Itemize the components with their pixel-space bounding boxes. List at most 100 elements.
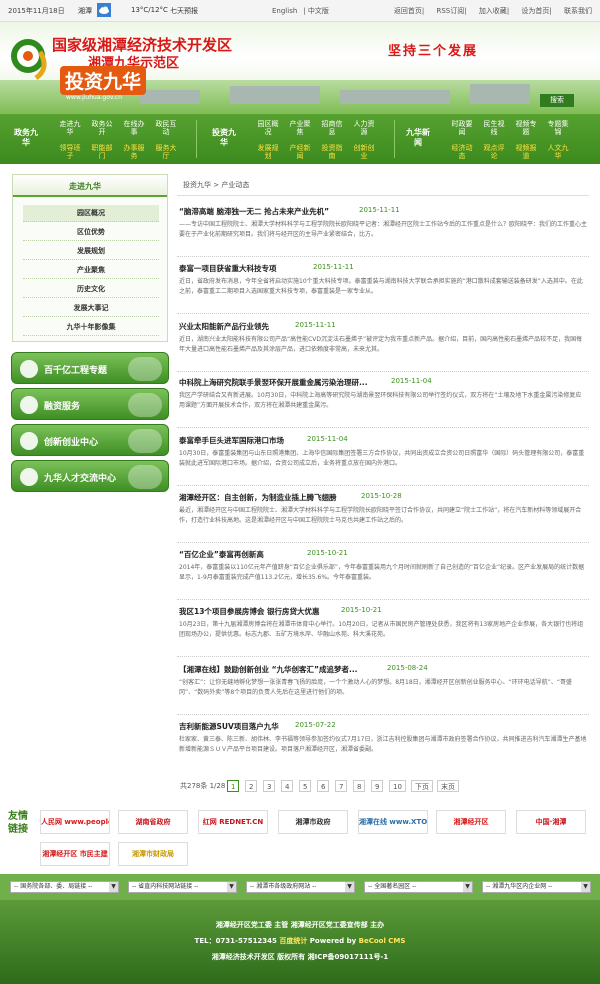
stats-link[interactable]: 百度统计 <box>279 937 307 945</box>
cms-link[interactable]: BeCool CMS <box>359 937 406 945</box>
sidebar-item-industry[interactable]: 产业聚焦 <box>23 262 159 279</box>
nav-item[interactable]: 发展规划 <box>256 144 280 160</box>
talent-button[interactable]: 九华人才交流中心 <box>11 460 169 492</box>
nav-item[interactable]: 职能部门 <box>90 144 114 160</box>
sidebar-item-history[interactable]: 历史文化 <box>23 281 159 298</box>
nav-item[interactable]: 产经新闻 <box>288 144 312 160</box>
city-gov-select[interactable]: -- 湘潭市各级政府网站 -- ▼ <box>246 881 355 893</box>
nav-item[interactable]: 视频报道 <box>514 144 538 160</box>
friend-link[interactable]: 湘潭在线 www.XTOL.CN <box>358 810 428 834</box>
lang-english[interactable]: English <box>272 7 297 15</box>
news-title[interactable]: 【湘潭在线】鼓励创新创业 “九华创客汇”成追梦者... <box>179 664 358 675</box>
nav-item[interactable]: 招商信息 <box>320 120 344 136</box>
news-title[interactable]: 湘潭经开区：自主创新，为制造业插上腾飞翅膀 <box>179 492 337 503</box>
page-link[interactable]: 10 <box>389 780 406 792</box>
friend-link[interactable]: 湘潭经开区 市民主建 <box>40 842 110 866</box>
news-divider <box>177 656 589 657</box>
news-title[interactable]: 中科院上海研究院联手景翌环保开展重金属污染治理研... <box>179 377 368 388</box>
nav-item[interactable]: 创新创业 <box>352 144 376 160</box>
forecast-link[interactable]: 七天预报 <box>170 6 198 16</box>
innovation-button[interactable]: 创新创业中心 <box>11 424 169 456</box>
page-link[interactable]: 2 <box>245 780 258 792</box>
nav-item[interactable]: 民生视线 <box>482 120 506 136</box>
sidebar-item-events[interactable]: 发展大事记 <box>23 300 159 317</box>
sidebar-item-overview[interactable]: 园区概况 <box>23 205 159 222</box>
next-page-link[interactable]: 下页 <box>411 780 433 792</box>
nav-item[interactable]: 政民互动 <box>154 120 178 136</box>
page-link[interactable]: 9 <box>371 780 384 792</box>
enterprise-select[interactable]: -- 湘潭九华区内企业网 -- ▼ <box>482 881 591 893</box>
news-summary: 最近，湘潭经开区与中国工程院院士、湘潭大学材料科学与工程学院院长欧阳晓平签订合作… <box>179 507 582 524</box>
page-link[interactable]: 6 <box>317 780 330 792</box>
nav-item[interactable]: 在线办事 <box>122 120 146 136</box>
nav-item[interactable]: 专题集锦 <box>546 120 570 136</box>
friend-link[interactable]: 湘潭市政府 <box>278 810 348 834</box>
friend-link[interactable]: 红网 REDNET.CN <box>198 810 268 834</box>
sidebar-item-planning[interactable]: 发展规划 <box>23 243 159 260</box>
rss-link[interactable]: RSS订阅 <box>436 7 464 15</box>
news-title[interactable]: 我区13个项目参展房博会 银行房贷大优惠 <box>179 606 320 617</box>
innovation-button-label: 创新创业中心 <box>44 438 99 448</box>
nav-item[interactable]: 领导班子 <box>58 144 82 160</box>
header-banner: 国家级湘潭经济技术开发区 湘潭九华示范区 投资九华 www.jiuhua.gov… <box>0 22 600 114</box>
friend-link[interactable]: 人民网 www.people.com.cn <box>40 810 110 834</box>
friend-link[interactable]: 湘潭经开区 <box>436 810 506 834</box>
news-title[interactable]: 泰富一项目获省重大科技专项 <box>179 263 277 274</box>
nav-item[interactable]: 视频专题 <box>514 120 538 136</box>
nav-item[interactable]: 经济动态 <box>450 144 474 160</box>
nav-item[interactable]: 产业聚焦 <box>288 120 312 136</box>
news-summary: 近日，湖南兴业太阳能科技有限公司产品“高性能CVD沉淀法石墨烯子”被评定为我市重… <box>179 336 583 353</box>
news-date: 2015-10-28 <box>361 492 402 500</box>
nav-item[interactable]: 时政要闻 <box>450 120 474 136</box>
park-select[interactable]: -- 全国著名园区 -- ▼ <box>364 881 473 893</box>
search-button[interactable]: 搜索 <box>540 94 574 107</box>
nav-item[interactable]: 投资指南 <box>320 144 344 160</box>
current-date: 2015年11月18日 <box>8 7 65 15</box>
nav-item[interactable]: 办事服务 <box>122 144 146 160</box>
nav-item[interactable]: 人文九华 <box>546 144 570 160</box>
nav-item[interactable]: 园区概况 <box>256 120 280 136</box>
nav-group-label[interactable]: 投资九华 <box>210 128 238 148</box>
news-summary: 我区产学研结合又有新进展。10月30日，中科院上海高等研究院与湖南景翌环保科技有… <box>179 392 582 409</box>
finance-button[interactable]: 融资服务 <box>11 388 169 420</box>
nav-item[interactable]: 服务大厅 <box>154 144 178 160</box>
talent-icon <box>20 468 38 486</box>
news-title[interactable]: “百亿企业”泰富再创新高 <box>179 549 264 560</box>
nav-item[interactable]: 观点评论 <box>482 144 506 160</box>
contact-link[interactable]: 联系我们 <box>564 7 592 15</box>
page-link[interactable]: 4 <box>281 780 294 792</box>
page-link[interactable]: 1 <box>227 780 240 792</box>
link-selector-bar: -- 国务院各部、委、局链接 -- ▼ -- 省直内科技网站链接 -- ▼ -- 湘… <box>0 874 600 900</box>
innovation-icon <box>20 432 38 450</box>
page-link[interactable]: 5 <box>299 780 312 792</box>
news-title[interactable]: 泰富牵手巨头进军国际港口市场 <box>179 435 284 446</box>
nav-group-label[interactable]: 九华新闻 <box>404 128 432 148</box>
ministry-select[interactable]: -- 国务院各部、委、局链接 -- ▼ <box>10 881 119 893</box>
sidebar-item-location[interactable]: 区位优势 <box>23 224 159 241</box>
lang-chinese[interactable]: 中文版 <box>308 7 329 15</box>
news-title[interactable]: “脑滞高端 脑滞独一无二 抢占未来产业先机” <box>179 206 329 217</box>
set-home-link[interactable]: 设为首页 <box>521 7 549 15</box>
page-link[interactable]: 8 <box>353 780 366 792</box>
last-page-link[interactable]: 末页 <box>437 780 459 792</box>
button-decoration <box>128 429 162 453</box>
friend-link[interactable]: 湘潭市财政局 <box>118 842 188 866</box>
nav-group-label[interactable]: 政务九华 <box>12 128 40 148</box>
project-button[interactable]: 百千亿工程专题 <box>11 352 169 384</box>
chevron-down-icon: ▼ <box>581 882 590 892</box>
friend-link[interactable]: 中国·湘潭 <box>516 810 586 834</box>
page-link[interactable]: 3 <box>263 780 276 792</box>
page-link[interactable]: 7 <box>335 780 348 792</box>
news-title[interactable]: 兴业太阳能新产品行业领先 <box>179 321 269 332</box>
nav-item[interactable]: 走进九华 <box>58 120 82 136</box>
sidebar-item-gallery[interactable]: 九华十年影像集 <box>23 319 159 336</box>
news-divider <box>177 714 589 715</box>
province-select[interactable]: -- 省直内科技网站链接 -- ▼ <box>128 881 237 893</box>
news-summary: 10月30日，泰富重装集团与山东日照港集团、上海华信国际集团签署三方合作协议，共… <box>179 450 585 467</box>
home-link[interactable]: 返回首页 <box>394 7 422 15</box>
friend-link[interactable]: 湖南省政府 <box>118 810 188 834</box>
nav-item[interactable]: 人力资源 <box>352 120 376 136</box>
news-title[interactable]: 吉利新能源SUV项目落户九华 <box>179 721 279 732</box>
favorite-link[interactable]: 加入收藏 <box>479 7 507 15</box>
nav-item[interactable]: 政务公开 <box>90 120 114 136</box>
